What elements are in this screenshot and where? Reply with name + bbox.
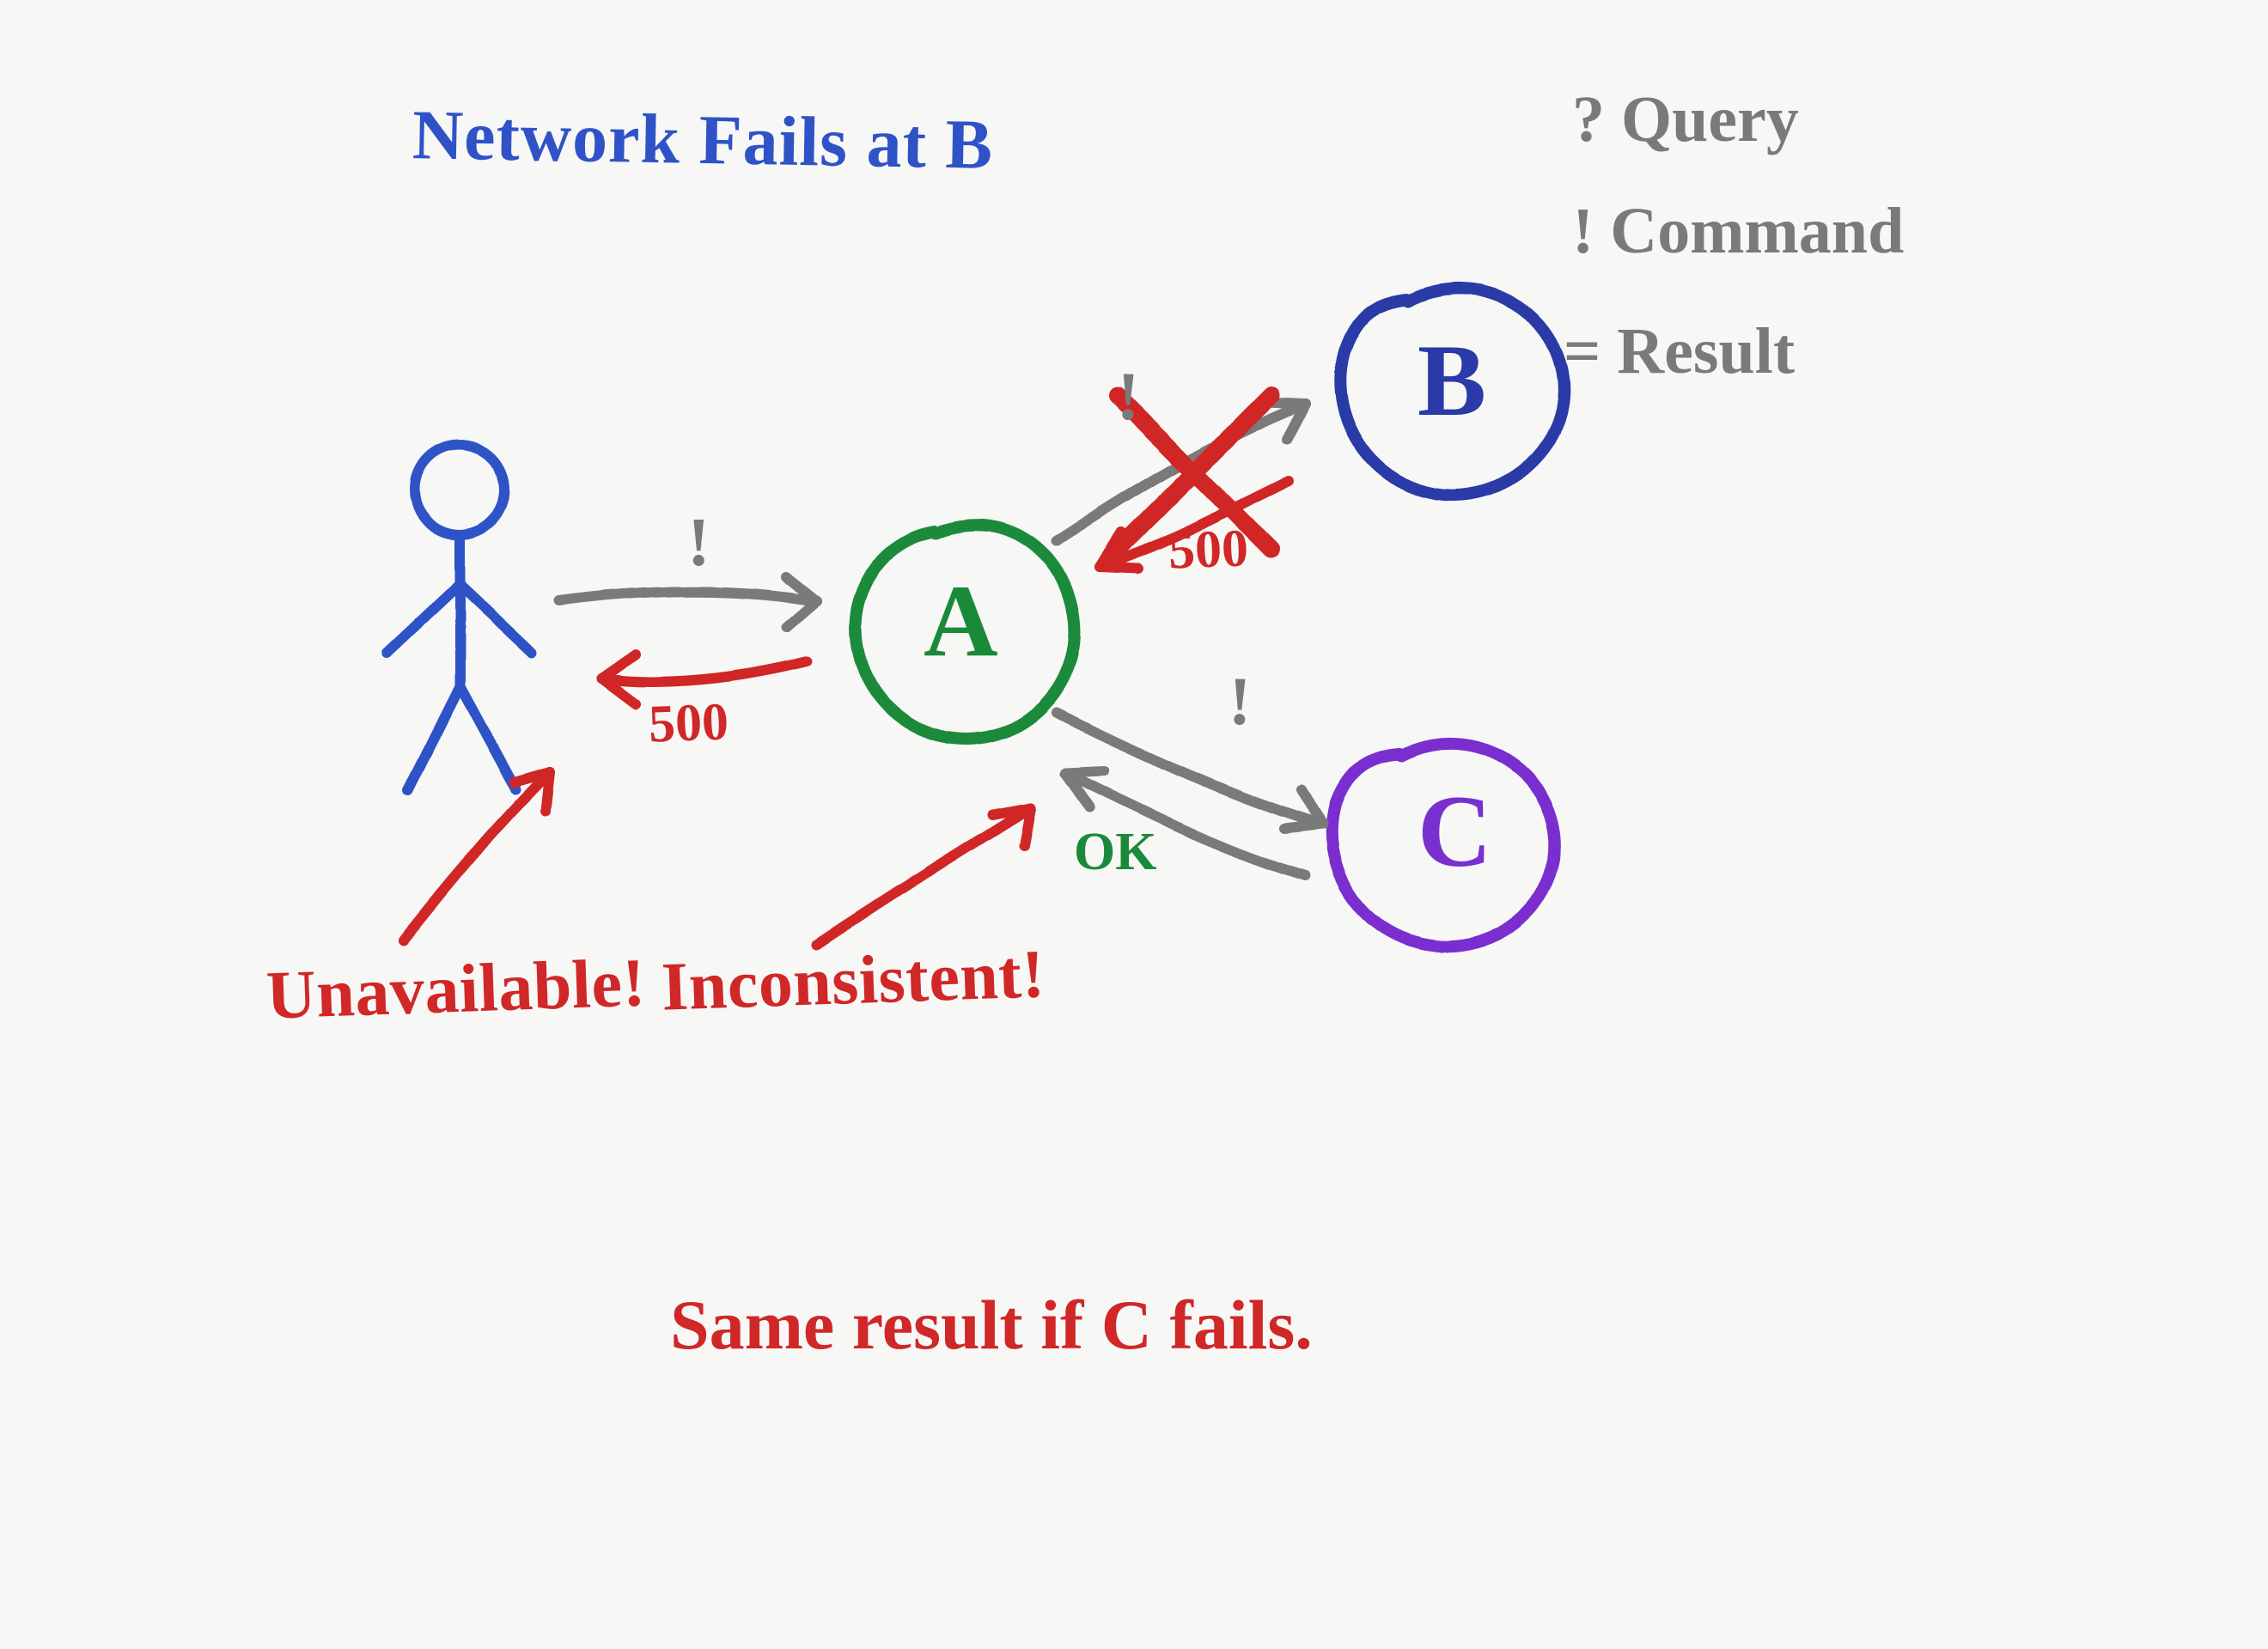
pointer-inconsistent bbox=[816, 807, 1031, 945]
resp-client-500: 500 bbox=[648, 694, 729, 752]
legend-query: ? Query bbox=[1572, 86, 1799, 155]
annotation-inconsistent: Inconsistent! bbox=[661, 938, 1046, 1024]
arrow-a-to-client-500 bbox=[601, 654, 808, 704]
node-b-circle bbox=[1340, 289, 1564, 496]
diagram-canvas: Network Fails at B ? Query ! Command = R… bbox=[0, 0, 2268, 1649]
node-a-circle bbox=[856, 525, 1075, 739]
node-b-label: B bbox=[1418, 326, 1486, 435]
mark-a-to-b: ! bbox=[1116, 361, 1140, 433]
pointer-unavailable bbox=[404, 773, 550, 940]
arrow-b-to-a-500 bbox=[1100, 481, 1289, 569]
legend-command: ! Command bbox=[1572, 198, 1904, 266]
resp-c-ok: OK bbox=[1074, 824, 1156, 880]
arrow-c-to-a-ok bbox=[1065, 771, 1306, 876]
arrow-a-to-c bbox=[1057, 713, 1323, 829]
ink-layer bbox=[0, 0, 2268, 1649]
mark-client-to-a: ! bbox=[687, 507, 710, 579]
annotation-footer: Same result if C fails. bbox=[670, 1288, 1313, 1362]
node-a-label: A bbox=[924, 567, 998, 675]
legend-result: = Result bbox=[1564, 318, 1795, 386]
node-c-label: C bbox=[1418, 777, 1492, 885]
annotation-unavailable: Unavailable! bbox=[265, 946, 647, 1031]
arrow-a-to-b bbox=[1057, 402, 1306, 541]
failure-x bbox=[1117, 395, 1271, 550]
mark-a-to-c: ! bbox=[1228, 666, 1252, 738]
user-icon bbox=[387, 445, 533, 790]
resp-b-500: 500 bbox=[1168, 520, 1249, 579]
arrow-client-to-a bbox=[558, 577, 816, 627]
diagram-title: Network Fails at B bbox=[412, 98, 994, 182]
node-c-circle bbox=[1332, 744, 1556, 946]
